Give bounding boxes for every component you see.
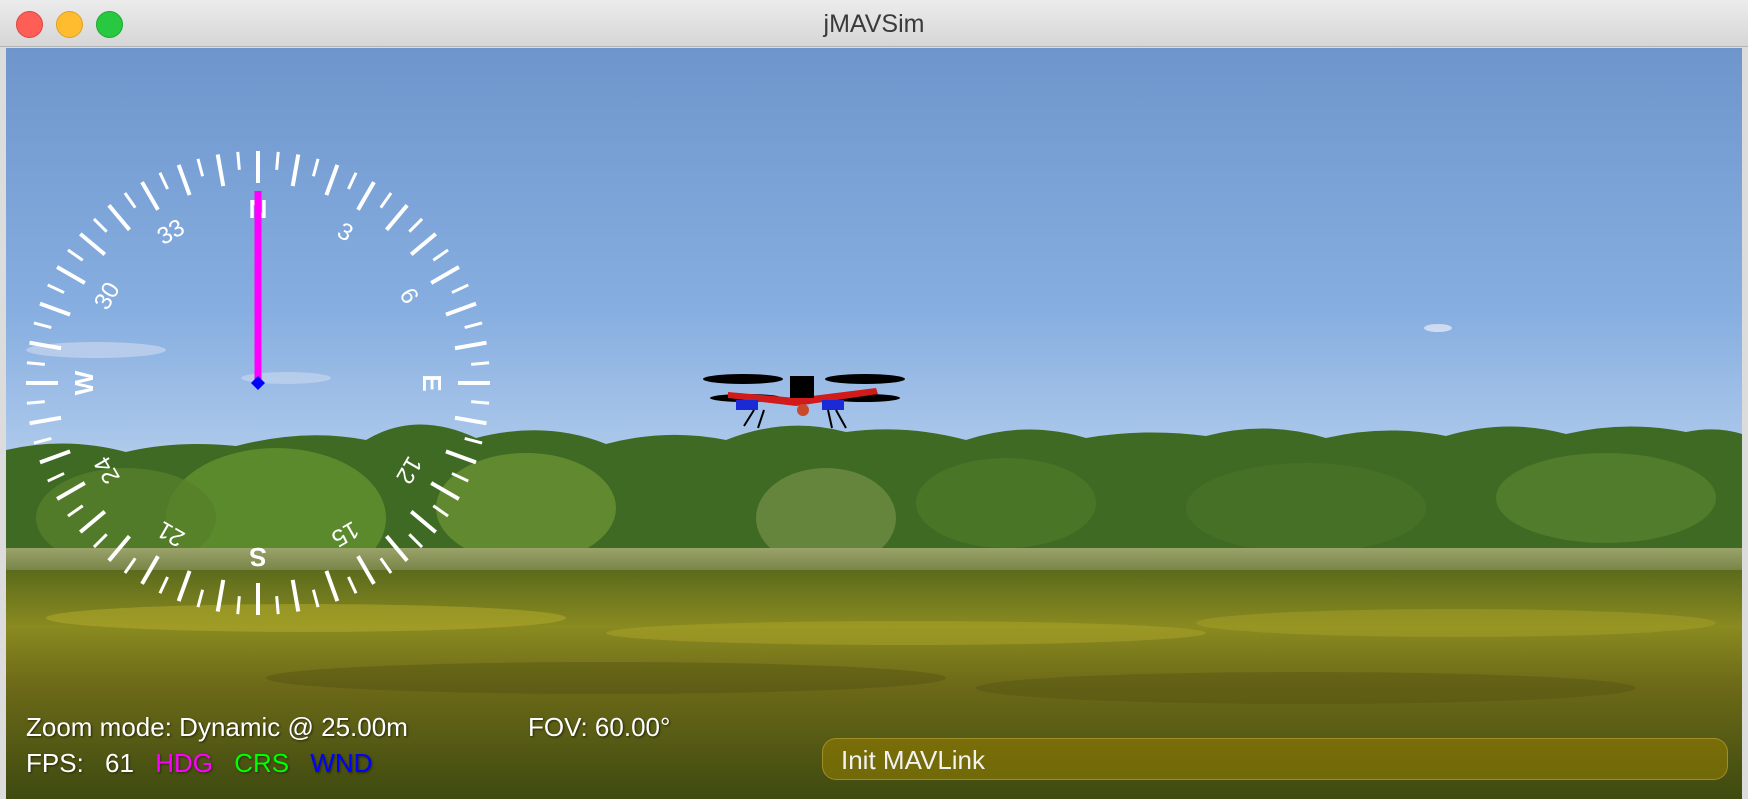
status-message: Init MAVLink bbox=[841, 745, 986, 775]
legend-wnd: WND bbox=[310, 748, 373, 778]
propeller bbox=[825, 374, 905, 384]
app-window: jMAVSim E S W 3 6 12 15 21 24 30 33 Zoom… bbox=[0, 0, 1748, 799]
legend-hdg: HDG bbox=[155, 748, 213, 778]
title-bar[interactable]: jMAVSim bbox=[0, 0, 1748, 47]
zoom-mode-readout: Zoom mode: Dynamic @ 25.00m bbox=[26, 712, 408, 742]
camera bbox=[797, 404, 809, 416]
fov-readout: FOV: 60.00° bbox=[528, 712, 671, 742]
fps-label: FPS: bbox=[26, 748, 84, 778]
drone bbox=[703, 374, 905, 429]
landing-leg bbox=[835, 409, 847, 429]
motor bbox=[736, 400, 758, 410]
landing-leg bbox=[827, 409, 833, 429]
drone-body bbox=[790, 376, 814, 398]
motor bbox=[822, 400, 844, 410]
propeller bbox=[703, 374, 783, 384]
landing-leg bbox=[743, 409, 755, 427]
legend-crs: CRS bbox=[234, 748, 290, 778]
status-bar: Init MAVLink bbox=[822, 738, 1728, 780]
fps-value: 61 bbox=[105, 748, 134, 778]
landing-leg bbox=[757, 409, 765, 429]
window-title: jMAVSim bbox=[823, 10, 925, 38]
quadcopter-model bbox=[703, 374, 905, 429]
simulation-viewport[interactable]: NESW36121521243033 Zoom mode: D bbox=[6, 48, 1742, 799]
fps-legend-row: FPS: 61 HDG CRS WND bbox=[26, 748, 386, 779]
